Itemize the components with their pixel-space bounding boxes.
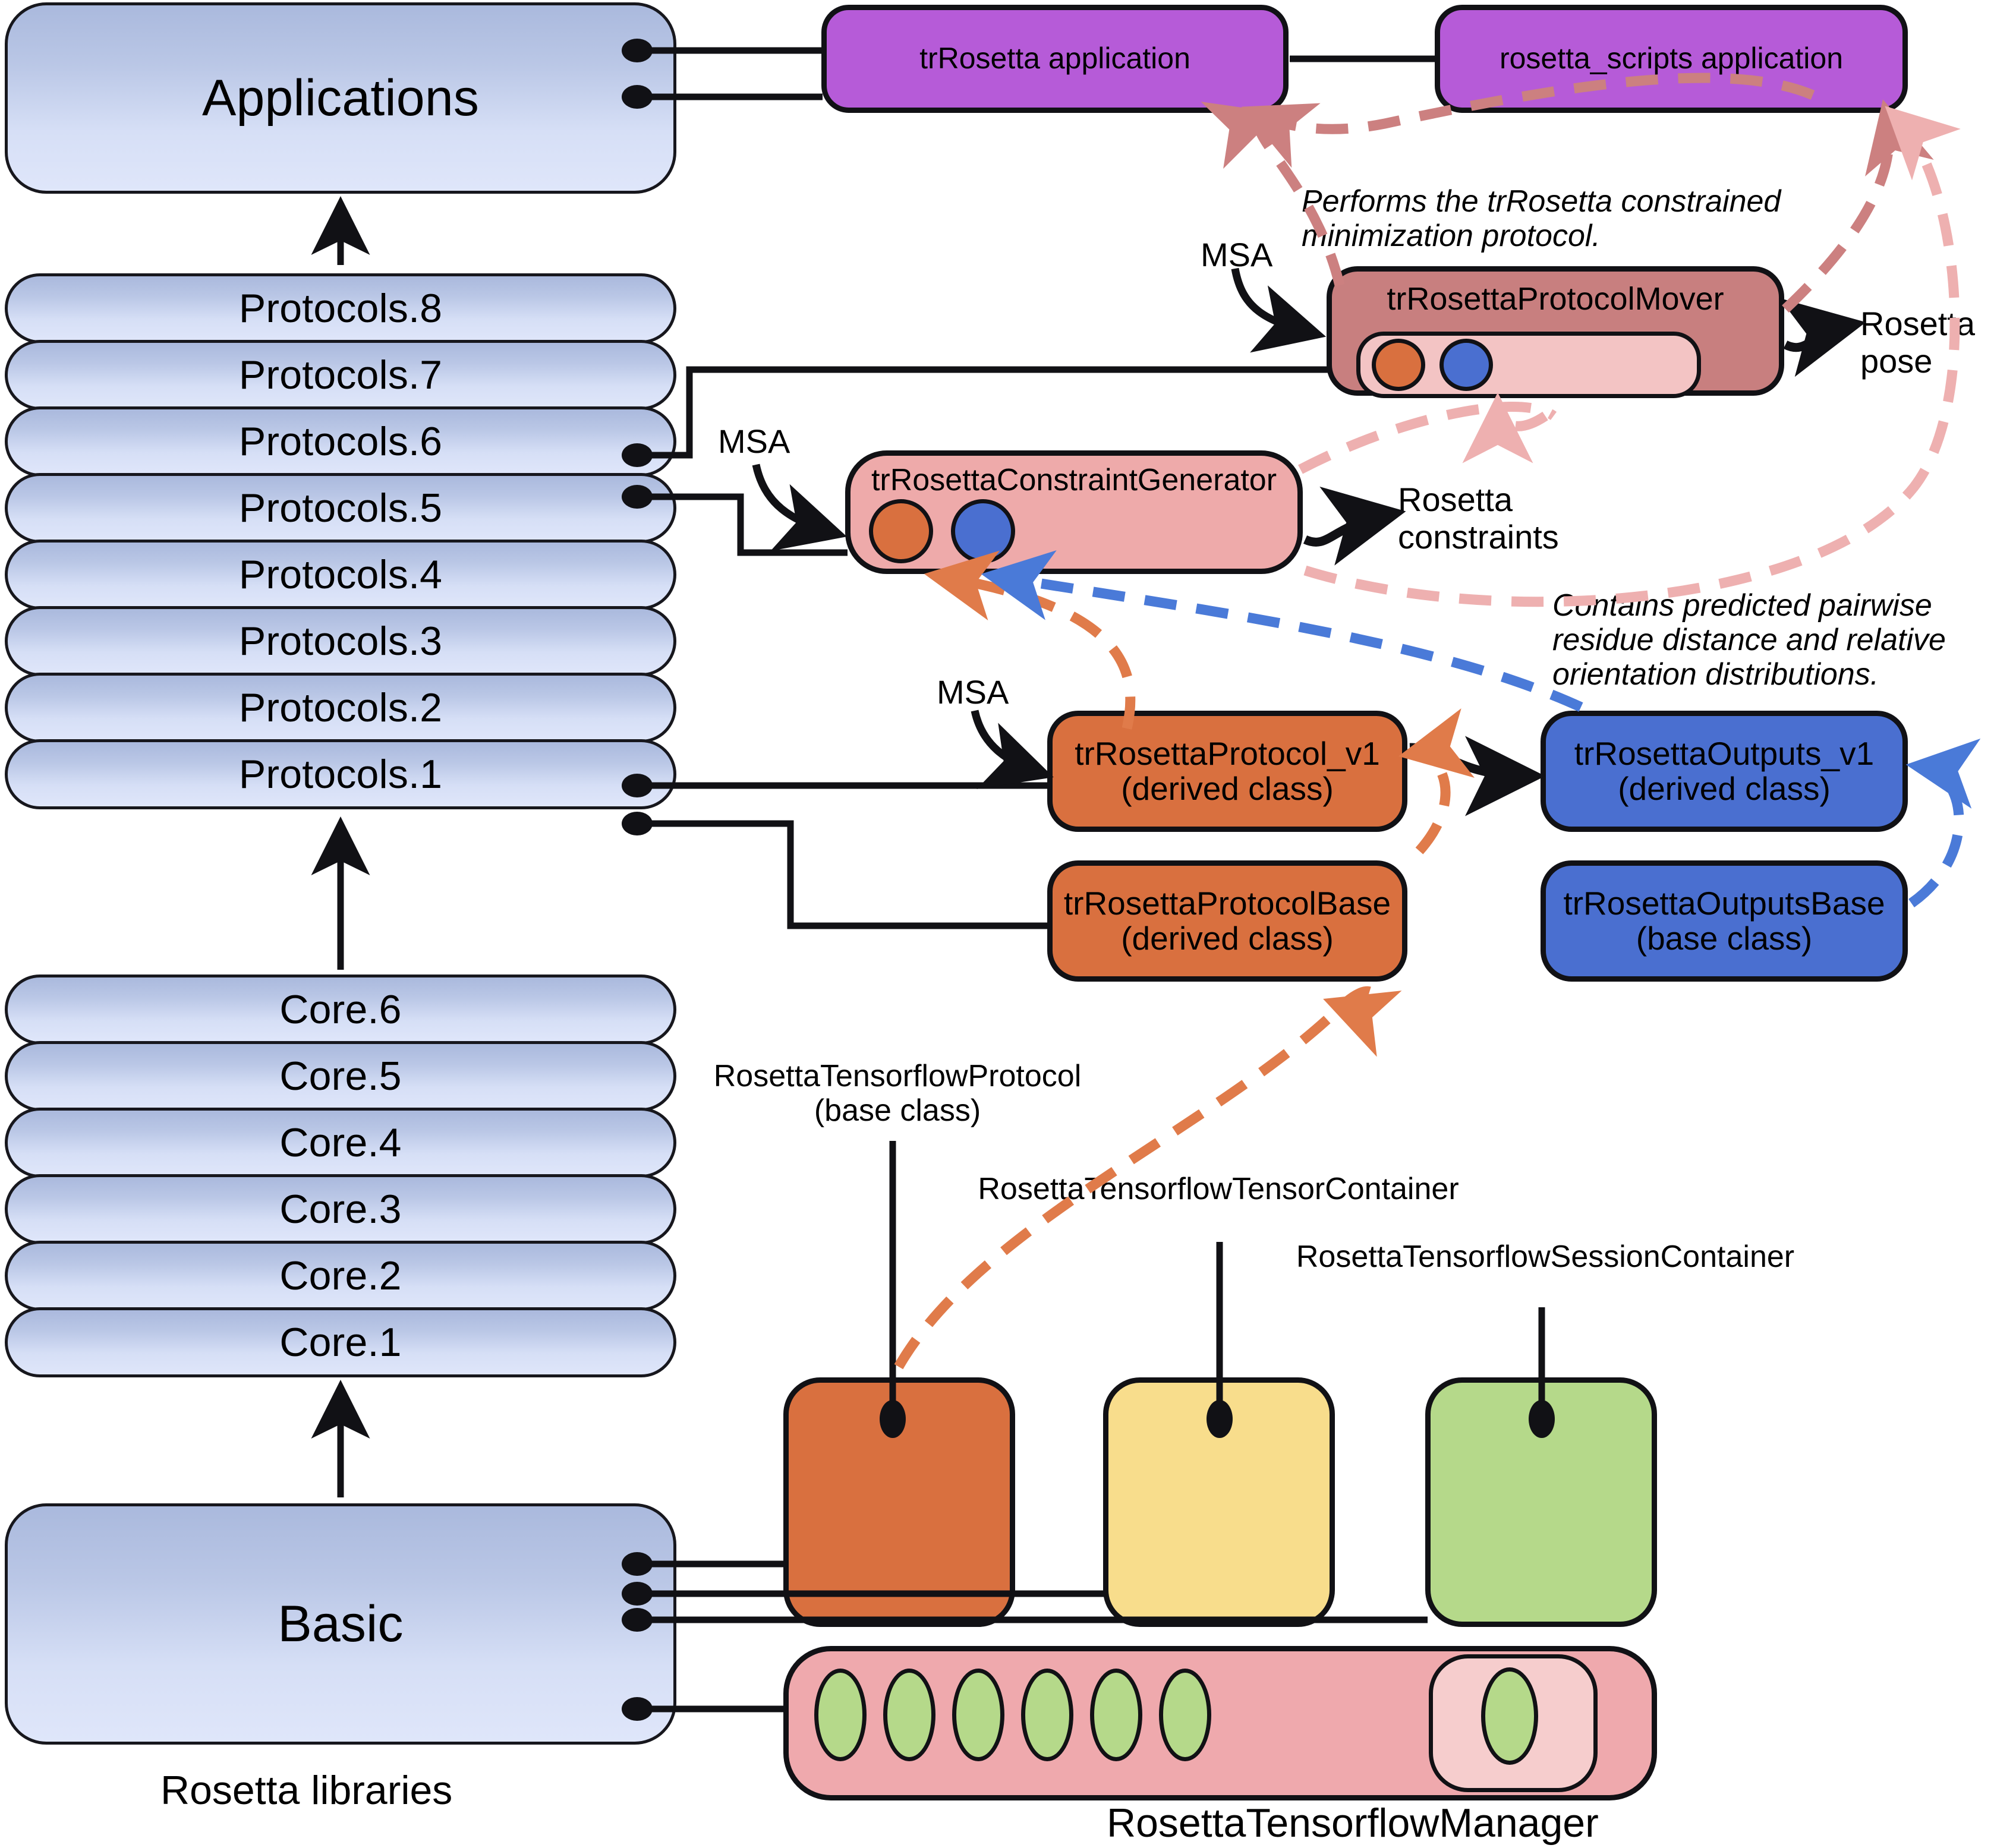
library-basic-label: Basic xyxy=(278,1595,404,1653)
dashed-outputs-v1-to-cgen-slot xyxy=(981,550,1583,712)
node-rosetta-tensorflow-tensor-container[interactable] xyxy=(1103,1377,1335,1627)
annotation-mover-note: Performs the trRosetta constrained minim… xyxy=(1302,184,1781,254)
dashed-outputs-base-to-outputs-v1 xyxy=(1905,739,1981,907)
msa-arrow-protocol xyxy=(971,709,1054,789)
library-protocols-5[interactable]: Protocols.5 xyxy=(5,473,676,543)
label-rosetta-constraints: Rosetta constraints xyxy=(1398,481,1559,556)
library-protocols-1[interactable]: Protocols.1 xyxy=(5,739,676,809)
manager-session-icon-1 xyxy=(814,1669,867,1761)
library-label: Protocols.6 xyxy=(238,419,443,464)
library-core-4[interactable]: Core.4 xyxy=(5,1108,676,1178)
library-label: Protocols.5 xyxy=(238,485,443,531)
label-rosetta-pose: Rosetta pose xyxy=(1860,305,1975,380)
node-rosetta-tensorflow-protocol[interactable] xyxy=(783,1377,1015,1627)
library-applications-label: Applications xyxy=(201,69,480,127)
label-msa-protocol: MSA xyxy=(937,673,1009,711)
node-label: trRosettaOutputsBase (base class) xyxy=(1563,885,1885,957)
msa-arrow-mover xyxy=(1231,267,1327,353)
label-msa-constraint-generator: MSA xyxy=(718,422,790,460)
library-protocols-7[interactable]: Protocols.7 xyxy=(5,340,676,410)
mover-outputs-slot-icon xyxy=(1439,339,1493,391)
node-trrosetta-protocol-v1[interactable]: trRosettaProtocol_v1 (derived class) xyxy=(1047,711,1407,832)
label-msa-mover: MSA xyxy=(1201,236,1273,273)
node-label: trRosetta application xyxy=(919,42,1190,75)
rosetta-libraries-caption: Rosetta libraries xyxy=(160,1768,453,1813)
library-protocols-3[interactable]: Protocols.3 xyxy=(5,606,676,676)
library-label: Protocols.2 xyxy=(238,685,443,730)
arrow-rosetta-pose xyxy=(1779,298,1866,377)
library-label: Protocols.4 xyxy=(238,552,443,597)
node-rosetta-scripts-application[interactable]: rosetta_scripts application xyxy=(1435,5,1908,113)
mover-protocol-slot-icon xyxy=(1372,339,1425,391)
library-core-1[interactable]: Core.1 xyxy=(5,1307,676,1377)
dashed-cgen-to-mover-slot xyxy=(1462,392,1548,463)
dashed-cgen-up xyxy=(1298,402,1557,474)
label-rosetta-tensorflow-session-container: RosettaTensorflowSessionContainer xyxy=(1296,1240,1795,1274)
library-label: Protocols.1 xyxy=(238,752,443,797)
library-protocols-6[interactable]: Protocols.6 xyxy=(5,406,676,477)
msa-arrow-constraint-generator xyxy=(752,463,847,551)
node-label: rosetta_scripts application xyxy=(1499,42,1844,75)
label-rosetta-tensorflow-tensor-container: RosettaTensorflowTensorContainer xyxy=(978,1172,1459,1206)
arrow-rosetta-constraints xyxy=(1303,487,1406,566)
manager-session-icon-6 xyxy=(1159,1669,1211,1761)
library-applications[interactable]: Applications xyxy=(5,2,676,194)
cgen-outputs-slot-icon xyxy=(951,499,1015,563)
library-protocols-4[interactable]: Protocols.4 xyxy=(5,540,676,610)
manager-session-icon-4 xyxy=(1021,1669,1073,1761)
library-label: Core.1 xyxy=(279,1320,402,1365)
annotation-outputs-note: Contains predicted pairwise residue dist… xyxy=(1552,588,1946,692)
label-rosetta-tensorflow-protocol: RosettaTensorflowProtocol (base class) xyxy=(713,1059,1082,1128)
library-label: Protocols.8 xyxy=(238,286,443,331)
library-protocols-2[interactable]: Protocols.2 xyxy=(5,673,676,743)
library-label: Core.2 xyxy=(279,1253,402,1298)
manager-active-session-icon xyxy=(1481,1667,1538,1765)
node-trrosetta-outputs-v1[interactable]: trRosettaOutputs_v1 (derived class) xyxy=(1541,711,1908,832)
library-label: Core.4 xyxy=(279,1120,402,1165)
library-label: Core.3 xyxy=(279,1187,402,1232)
node-trrosetta-application[interactable]: trRosetta application xyxy=(821,5,1289,113)
node-trrosetta-protocol-base[interactable]: trRosettaProtocolBase (derived class) xyxy=(1047,860,1407,982)
node-label: trRosettaConstraintGenerator xyxy=(871,463,1277,497)
library-core-2[interactable]: Core.2 xyxy=(5,1241,676,1311)
manager-session-icon-5 xyxy=(1090,1669,1142,1761)
node-rosetta-tensorflow-session-container[interactable] xyxy=(1425,1377,1657,1627)
node-trrosetta-outputs-base[interactable]: trRosettaOutputsBase (base class) xyxy=(1541,860,1908,982)
library-label: Protocols.3 xyxy=(238,619,443,664)
library-core-3[interactable]: Core.3 xyxy=(5,1174,676,1244)
node-label: trRosettaProtocol_v1 (derived class) xyxy=(1075,735,1380,807)
node-label: trRosettaProtocolMover xyxy=(1387,281,1724,317)
library-label: Protocols.7 xyxy=(238,352,443,398)
library-protocols-8[interactable]: Protocols.8 xyxy=(5,273,676,343)
library-core-5[interactable]: Core.5 xyxy=(5,1041,676,1111)
dashed-protocol-base-to-protocol-v1 xyxy=(1398,708,1475,854)
rosetta-tensorflow-manager-caption: RosettaTensorflowManager xyxy=(1107,1800,1599,1846)
library-label: Core.6 xyxy=(279,987,402,1032)
cgen-protocol-slot-icon xyxy=(869,499,933,563)
node-label: trRosettaOutputs_v1 (derived class) xyxy=(1574,735,1875,807)
diagram-canvas: Applications Protocols.8 Protocols.7 Pro… xyxy=(0,0,2016,1848)
library-basic[interactable]: Basic xyxy=(5,1503,676,1745)
dashed-mover-to-rosetta-scripts xyxy=(1782,99,1934,313)
library-label: Core.5 xyxy=(279,1054,402,1099)
manager-session-icon-3 xyxy=(952,1669,1004,1761)
arrow-protocol-to-outputs xyxy=(1409,736,1545,816)
manager-session-icon-2 xyxy=(883,1669,935,1761)
node-label: trRosettaProtocolBase (derived class) xyxy=(1063,885,1391,957)
library-core-6[interactable]: Core.6 xyxy=(5,975,676,1045)
